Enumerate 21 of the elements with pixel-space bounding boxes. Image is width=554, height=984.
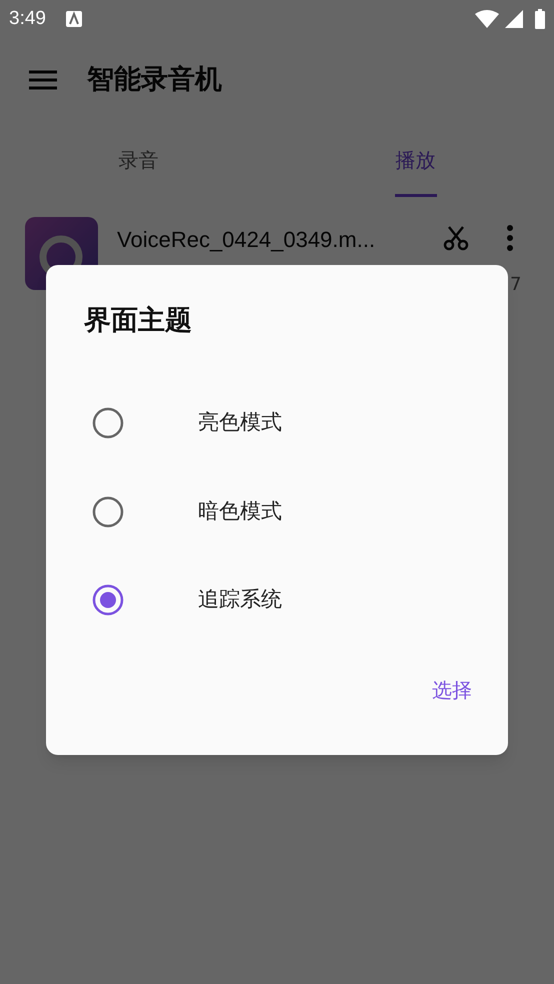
theme-option[interactable]: 亮色模式 — [46, 378, 508, 468]
tab[interactable]: 播放 — [277, 122, 554, 198]
theme-option[interactable]: 追踪系统 — [46, 556, 508, 644]
app-title: 智能录音机 — [87, 62, 222, 97]
dialog-title: 界面主题 — [84, 304, 193, 338]
theme-option[interactable]: 暗色模式 — [46, 468, 508, 556]
wifi-icon — [475, 10, 499, 28]
signal-icon — [505, 10, 523, 28]
keyboard-icon — [66, 11, 82, 27]
status-time: 3:49 — [9, 6, 46, 31]
recording-detail: 7 — [510, 273, 522, 297]
scissors-icon[interactable] — [443, 225, 469, 251]
recording-name[interactable]: VoiceRec_0424_0349.m... — [117, 223, 376, 256]
more-icon[interactable] — [506, 225, 514, 251]
tab[interactable]: 录音 — [0, 122, 277, 198]
menu-icon[interactable] — [29, 70, 57, 90]
radio-button[interactable] — [92, 406, 124, 438]
radio-button[interactable] — [92, 496, 124, 528]
battery-icon — [535, 9, 545, 29]
radio-button[interactable] — [92, 584, 124, 616]
select-button[interactable]: 选择 — [424, 671, 480, 709]
